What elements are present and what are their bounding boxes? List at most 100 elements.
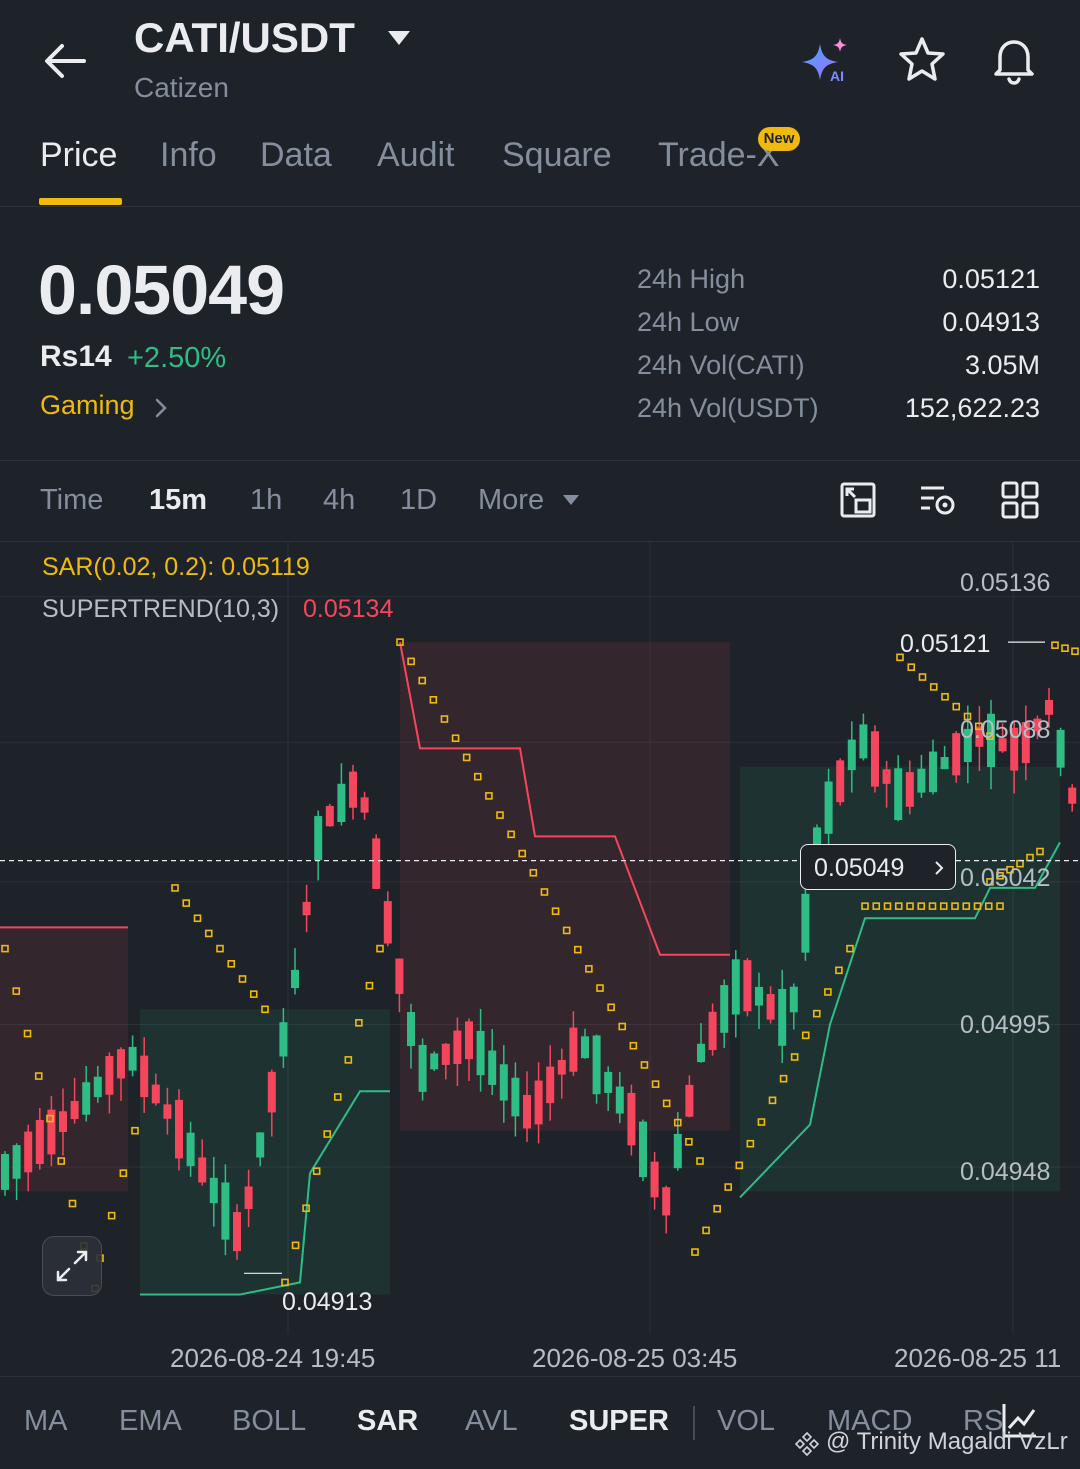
candle [360, 797, 369, 813]
candle [186, 1132, 195, 1167]
candle [511, 1077, 520, 1117]
tab-info[interactable]: Info [160, 136, 217, 175]
candle [639, 1121, 647, 1178]
candle [662, 1187, 671, 1216]
candle [673, 1133, 682, 1169]
grid-layout-icon[interactable] [1000, 480, 1040, 520]
stat-24h-low-value: 0.04913 [942, 307, 1040, 337]
stat-24h-vol-base-value: 3.05M [964, 350, 1040, 380]
price-chart[interactable] [0, 542, 1080, 1334]
expand-icon [56, 1250, 88, 1282]
high-marker-label: 0.05121 [900, 630, 991, 658]
current-price-tag[interactable]: 0.05049 [800, 844, 956, 890]
indicator-vol[interactable]: VOL [717, 1405, 775, 1438]
supertrend-fill [740, 766, 1060, 1192]
sar-dot [171, 884, 179, 892]
caret-down-icon[interactable] [561, 492, 581, 508]
sar-dot [131, 1126, 139, 1135]
candle [93, 1076, 102, 1098]
candle [836, 760, 845, 803]
interval-4h[interactable]: 4h [323, 484, 355, 517]
sar-dot [702, 1226, 710, 1235]
candle [488, 1050, 497, 1085]
caret-down-icon[interactable] [386, 28, 412, 48]
candle [244, 1186, 253, 1210]
candle [256, 1132, 265, 1158]
candle [395, 958, 404, 994]
sar-dot [685, 1138, 693, 1146]
candle [905, 772, 914, 807]
indicator-super[interactable]: SUPER [569, 1405, 669, 1438]
candle [743, 960, 752, 1012]
sar-dot [1071, 647, 1079, 656]
candle [476, 1030, 485, 1076]
pair-title[interactable]: CATI/USDT [134, 14, 355, 62]
ai-sparkle-icon[interactable]: AI [800, 36, 856, 86]
sar-dot [249, 990, 258, 998]
candle [523, 1094, 531, 1129]
sar-dot [941, 692, 949, 701]
indicator-ema[interactable]: EMA [119, 1405, 182, 1438]
price-change: +2.50% [127, 342, 227, 374]
interval-time[interactable]: Time [40, 484, 103, 517]
indicator-avl[interactable]: AVL [465, 1405, 518, 1438]
chevron-right-icon[interactable] [152, 394, 170, 422]
stat-24h-vol-base-label: 24h Vol(CATI) [637, 350, 805, 380]
chart-settings-icon[interactable] [918, 480, 958, 520]
indicator-sar[interactable]: SAR [357, 1405, 418, 1438]
tab-price[interactable]: Price [40, 136, 117, 175]
candle [766, 994, 775, 1020]
tab-data[interactable]: Data [260, 136, 332, 175]
candle [441, 1043, 450, 1065]
candle [209, 1177, 218, 1204]
pair-subtitle: Catizen [134, 72, 229, 103]
candle [952, 733, 961, 776]
interval-1d[interactable]: 1D [400, 484, 437, 517]
indicator-ma[interactable]: MA [24, 1405, 68, 1438]
candle [70, 1101, 79, 1120]
sector-link[interactable]: Gaming [40, 390, 135, 421]
candle [1, 1153, 9, 1190]
expand-chart-button[interactable] [42, 1236, 102, 1296]
candle [453, 1030, 462, 1065]
arrow-left-icon[interactable] [40, 36, 90, 86]
candle [720, 985, 729, 1033]
sar-dot [952, 702, 961, 711]
candle [824, 781, 833, 834]
candle [731, 959, 740, 1015]
candle [12, 1145, 21, 1179]
chart-resize-icon[interactable] [838, 480, 878, 520]
candle [35, 1119, 44, 1165]
interval-1h[interactable]: 1h [250, 484, 282, 517]
candle [82, 1082, 91, 1115]
sar-dot [182, 899, 191, 907]
sar-dot [68, 1199, 77, 1208]
sar-dot [724, 1183, 733, 1191]
tab-audit[interactable]: Audit [377, 136, 455, 175]
candle [24, 1131, 33, 1173]
sar-dot [1061, 644, 1069, 653]
star-icon[interactable] [896, 34, 948, 86]
supertrend-indicator-value: 0.05134 [303, 595, 394, 623]
interval-more[interactable]: More [478, 484, 544, 517]
chevron-right-icon [935, 861, 944, 875]
sar-dot [216, 944, 224, 953]
candle [163, 1104, 172, 1119]
candle [894, 768, 903, 821]
candle [627, 1092, 636, 1146]
candle [430, 1053, 439, 1070]
candle [59, 1111, 67, 1132]
bell-icon[interactable] [986, 32, 1042, 88]
candle [465, 1021, 473, 1060]
y-axis-label: 0.05088 [960, 716, 1051, 744]
candle [349, 771, 357, 808]
candle [534, 1080, 543, 1125]
sar-dot [918, 673, 927, 681]
interval-15m[interactable]: 15m [149, 484, 207, 517]
indicator-boll[interactable]: BOLL [232, 1405, 306, 1438]
candle [592, 1035, 601, 1095]
candle [685, 1084, 694, 1117]
candle [1056, 729, 1065, 768]
tab-square[interactable]: Square [502, 136, 612, 175]
current-price-value: 0.05049 [814, 854, 905, 882]
